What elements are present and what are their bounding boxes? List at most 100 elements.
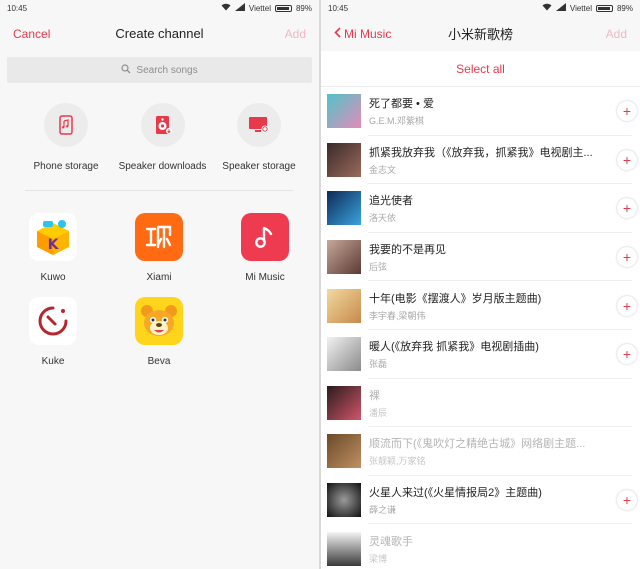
back-label: Mi Music: [344, 26, 392, 41]
plus-icon: +: [622, 492, 632, 509]
wifi-icon: [221, 3, 231, 13]
create-channel-screen: 10:45 Viettel 89% Cancel Create channel …: [0, 0, 319, 569]
album-art: [327, 531, 361, 566]
search-icon: [121, 63, 131, 77]
cancel-button[interactable]: Cancel: [13, 27, 50, 41]
plus-icon: +: [622, 249, 632, 266]
chevron-left-icon: [334, 26, 341, 41]
album-art: [327, 337, 361, 372]
song-artist: 张磊: [369, 359, 388, 370]
song-row[interactable]: 追光使者洛天依 +: [321, 184, 640, 233]
svg-text:K: K: [48, 237, 60, 253]
album-art: [327, 240, 361, 275]
app-mi-music-label: Mi Music: [245, 272, 285, 283]
status-time: 10:45: [328, 3, 349, 13]
beva-icon: [135, 297, 183, 345]
song-title: 火星人来过(《火星情报局2》主题曲): [369, 487, 542, 500]
kuwo-icon: K: [29, 213, 77, 261]
wifi-icon: [542, 3, 552, 13]
speaker-storage-option[interactable]: Speaker storage: [211, 103, 307, 172]
back-button[interactable]: Mi Music: [334, 27, 391, 41]
mi-music-chart-screen: 10:45 Viettel 89% Mi Music 小米新歌榜 Add Sel…: [321, 0, 640, 569]
plus-icon: +: [622, 297, 632, 314]
phone-icon: [44, 103, 88, 147]
add-song-button[interactable]: +: [617, 198, 637, 219]
kuke-icon: [29, 297, 77, 345]
select-all-button[interactable]: Select all: [321, 51, 640, 87]
song-artist: 张靓颖,万家铭: [369, 456, 426, 467]
add-button[interactable]: Add: [606, 27, 627, 41]
battery-percent: 89%: [295, 3, 312, 13]
battery-icon: [274, 4, 292, 12]
song-title: 顺流而下(《鬼吹灯之精绝古城》网络剧主题...: [369, 438, 586, 451]
song-artist: G.E.M.邓紫棋: [369, 116, 425, 127]
song-title: 我要的不是再见: [369, 244, 446, 257]
album-art: [327, 94, 361, 129]
storage-sources: Phone storage Speaker downloads Speaker …: [0, 103, 319, 172]
add-song-button[interactable]: +: [617, 490, 637, 511]
song-row: 灵魂歌手 梁博: [321, 524, 640, 569]
signal-icon: [555, 3, 566, 13]
monitor-icon: [237, 103, 281, 147]
speaker-downloads-option[interactable]: Speaker downloads: [115, 103, 211, 172]
app-kuke-label: Kuke: [41, 356, 65, 367]
album-art: [327, 142, 361, 177]
plus-icon: +: [622, 346, 632, 363]
app-kuwo[interactable]: K Kuwo: [0, 213, 106, 283]
song-title: 灵魂歌手: [369, 535, 413, 548]
song-artist: 薛之谦: [369, 505, 397, 516]
plus-icon: +: [622, 103, 632, 120]
song-artist: 金志文: [369, 164, 397, 175]
status-bar: 10:45 Viettel 89%: [0, 0, 319, 16]
nav-bar: Cancel Create channel Add: [0, 16, 319, 51]
song-row[interactable]: 抓紧我放弃我（《放弃我，抓紧我》电视剧主... 金志文 +: [321, 136, 640, 185]
song-list: 死了都要 • 爱 G.E.M.邓紫棋 + 抓紧我放弃我（《放弃我，抓紧我》电视剧主…: [321, 87, 640, 569]
album-art: [327, 434, 361, 469]
app-kuwo-label: Kuwo: [40, 272, 66, 283]
add-song-button[interactable]: +: [617, 101, 637, 122]
app-beva[interactable]: Beva: [106, 297, 212, 367]
app-kuke[interactable]: Kuke: [0, 297, 106, 367]
song-artist: 梁博: [369, 553, 388, 564]
add-song-button[interactable]: +: [617, 247, 637, 268]
search-placeholder: Search songs: [136, 64, 198, 76]
app-xiami-label: Xiami: [146, 272, 172, 283]
signal-icon: [234, 3, 245, 13]
add-song-button[interactable]: +: [617, 344, 637, 365]
status-bar: 10:45 Viettel 89%: [321, 0, 640, 16]
song-row[interactable]: 火星人来过(《火星情报局2》主题曲) 薛之谦 +: [321, 476, 640, 525]
plus-icon: +: [622, 151, 632, 168]
song-artist: 潘辰: [369, 407, 388, 418]
album-art: [327, 191, 361, 226]
speaker-downloads-label: Speaker downloads: [118, 161, 207, 172]
mi-music-icon: [241, 213, 289, 261]
app-mi-music[interactable]: Mi Music: [212, 213, 318, 283]
section-divider: [25, 190, 294, 191]
song-row: 裸潘辰: [321, 379, 640, 428]
song-artist: 李宇春,梁朝伟: [369, 310, 426, 321]
add-song-button[interactable]: +: [617, 149, 637, 170]
music-apps-grid: K Kuwo Xiami Mi Music Kuke Beva: [0, 213, 319, 367]
add-button[interactable]: Add: [285, 27, 306, 41]
song-row[interactable]: 死了都要 • 爱 G.E.M.邓紫棋 +: [321, 87, 640, 136]
song-title: 追光使者: [369, 195, 413, 208]
carrier-name: Viettel: [569, 3, 592, 13]
add-song-button[interactable]: +: [617, 295, 637, 316]
battery-icon: [595, 4, 613, 12]
song-row: 顺流而下(《鬼吹灯之精绝古城》网络剧主题... 张靓颖,万家铭: [321, 427, 640, 476]
album-art: [327, 288, 361, 323]
song-title: 抓紧我放弃我（《放弃我，抓紧我》电视剧主...: [369, 146, 593, 159]
search-input[interactable]: Search songs: [7, 57, 312, 83]
battery-percent: 89%: [616, 3, 633, 13]
app-xiami[interactable]: Xiami: [106, 213, 212, 283]
song-artist: 洛天依: [369, 213, 397, 224]
carrier-name: Viettel: [248, 3, 271, 13]
song-row[interactable]: 十年(电影《摆渡人》岁月版主题曲) 李宇春,梁朝伟 +: [321, 281, 640, 330]
album-art: [327, 385, 361, 420]
speaker-icon: [140, 103, 185, 147]
song-row[interactable]: 我要的不是再见 后弦 +: [321, 233, 640, 282]
app-beva-label: Beva: [147, 356, 171, 367]
song-row[interactable]: 暖人(《放弃我 抓紧我》电视剧插曲) 张磊 +: [321, 330, 640, 379]
phone-storage-option[interactable]: Phone storage: [18, 103, 114, 172]
album-art: [327, 483, 361, 518]
